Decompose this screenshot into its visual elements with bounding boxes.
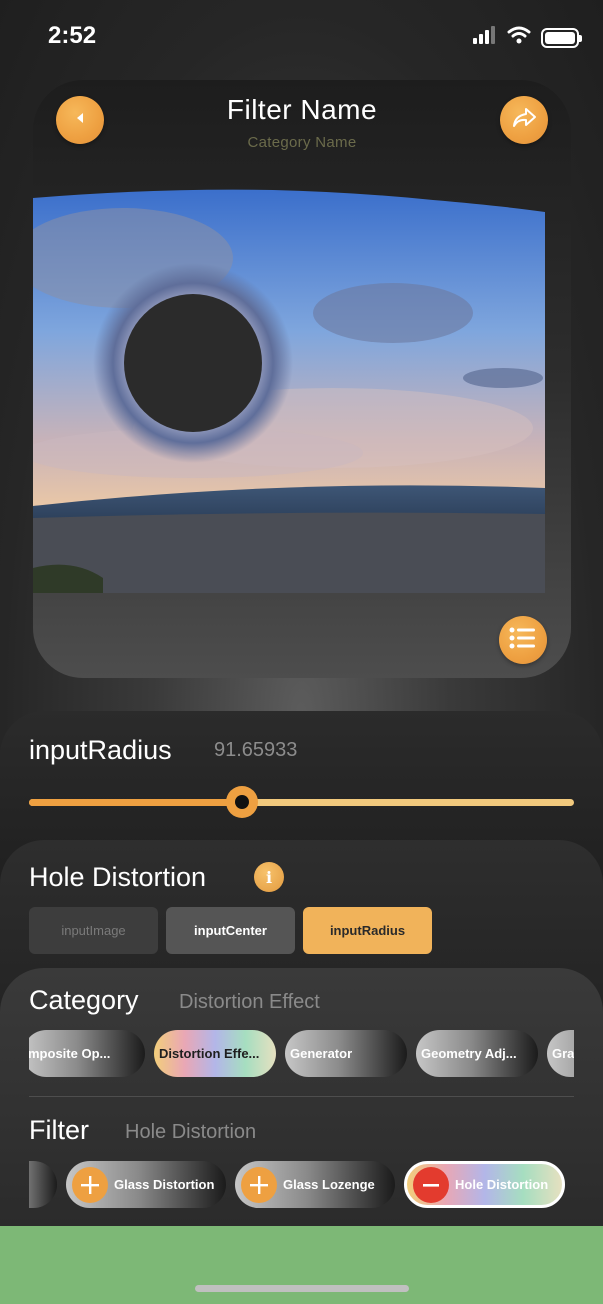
filter-chip-previous[interactable] xyxy=(29,1161,57,1208)
category-chip-composite[interactable]: mposite Op... xyxy=(29,1030,145,1077)
signal-bars-icon xyxy=(473,26,497,49)
filter-chips: Glass Distortion Glass Lozenge Hole Dist… xyxy=(29,1160,574,1210)
tab-input-center[interactable]: inputCenter xyxy=(166,907,295,954)
bottom-bar xyxy=(0,1226,603,1304)
add-icon xyxy=(72,1166,108,1203)
wifi-icon xyxy=(507,26,531,49)
filter-chip-hole-distortion[interactable]: Hole Distortion xyxy=(404,1161,565,1208)
input-tabs: inputImage inputCenter inputRadius xyxy=(29,907,432,954)
category-chip-distortion[interactable]: Distortion Effe... xyxy=(154,1030,276,1077)
remove-icon xyxy=(413,1166,449,1203)
slider-thumb[interactable] xyxy=(225,786,258,818)
status-icons xyxy=(473,26,582,49)
share-button[interactable] xyxy=(500,96,548,144)
filter-list-button[interactable] xyxy=(499,616,547,664)
preview-image xyxy=(33,189,545,593)
category-chips: mposite Op... Distortion Effe... Generat… xyxy=(29,1030,574,1080)
list-icon xyxy=(509,627,537,654)
add-icon xyxy=(241,1166,277,1203)
filter-selected: Hole Distortion xyxy=(125,1121,257,1143)
parameter-name: inputRadius xyxy=(29,735,172,765)
home-indicator[interactable] xyxy=(195,1285,409,1292)
filter-name: Hole Distortion xyxy=(29,862,207,892)
filter-section-title: Filter xyxy=(29,1115,89,1145)
status-bar: 2:52 xyxy=(0,0,603,70)
preview-card: Filter Name Category Name xyxy=(33,80,571,678)
tab-input-radius[interactable]: inputRadius xyxy=(303,907,432,954)
parameter-slider[interactable] xyxy=(29,786,574,818)
share-arrow-icon xyxy=(510,106,538,135)
parameter-value: 91.65933 xyxy=(214,739,298,761)
catalog-panel: Category Distortion Effect mposite Op...… xyxy=(0,968,603,1226)
status-time: 2:52 xyxy=(48,22,97,49)
filter-chip-label: Glass Lozenge xyxy=(283,1177,375,1192)
category-chip-gradient[interactable]: Gradi xyxy=(547,1030,574,1077)
category-subtitle: Category Name xyxy=(247,134,357,151)
category-selected: Distortion Effect xyxy=(179,991,320,1013)
category-title: Category xyxy=(29,985,139,1015)
category-chip-generator[interactable]: Generator xyxy=(285,1030,407,1077)
filter-chip-glass-lozenge[interactable]: Glass Lozenge xyxy=(235,1161,395,1208)
divider xyxy=(29,1096,574,1097)
filter-chip-label: Glass Distortion xyxy=(114,1177,215,1192)
slider-fill xyxy=(29,799,242,806)
battery-icon xyxy=(541,27,582,48)
filter-title: Filter Name xyxy=(226,94,378,125)
category-chip-geometry[interactable]: Geometry Adj... xyxy=(416,1030,538,1077)
filter-chip-glass-distortion[interactable]: Glass Distortion xyxy=(66,1161,226,1208)
info-icon[interactable]: i xyxy=(254,862,284,892)
tab-input-image: inputImage xyxy=(29,907,158,954)
filter-chip-label: Hole Distortion xyxy=(455,1177,549,1192)
